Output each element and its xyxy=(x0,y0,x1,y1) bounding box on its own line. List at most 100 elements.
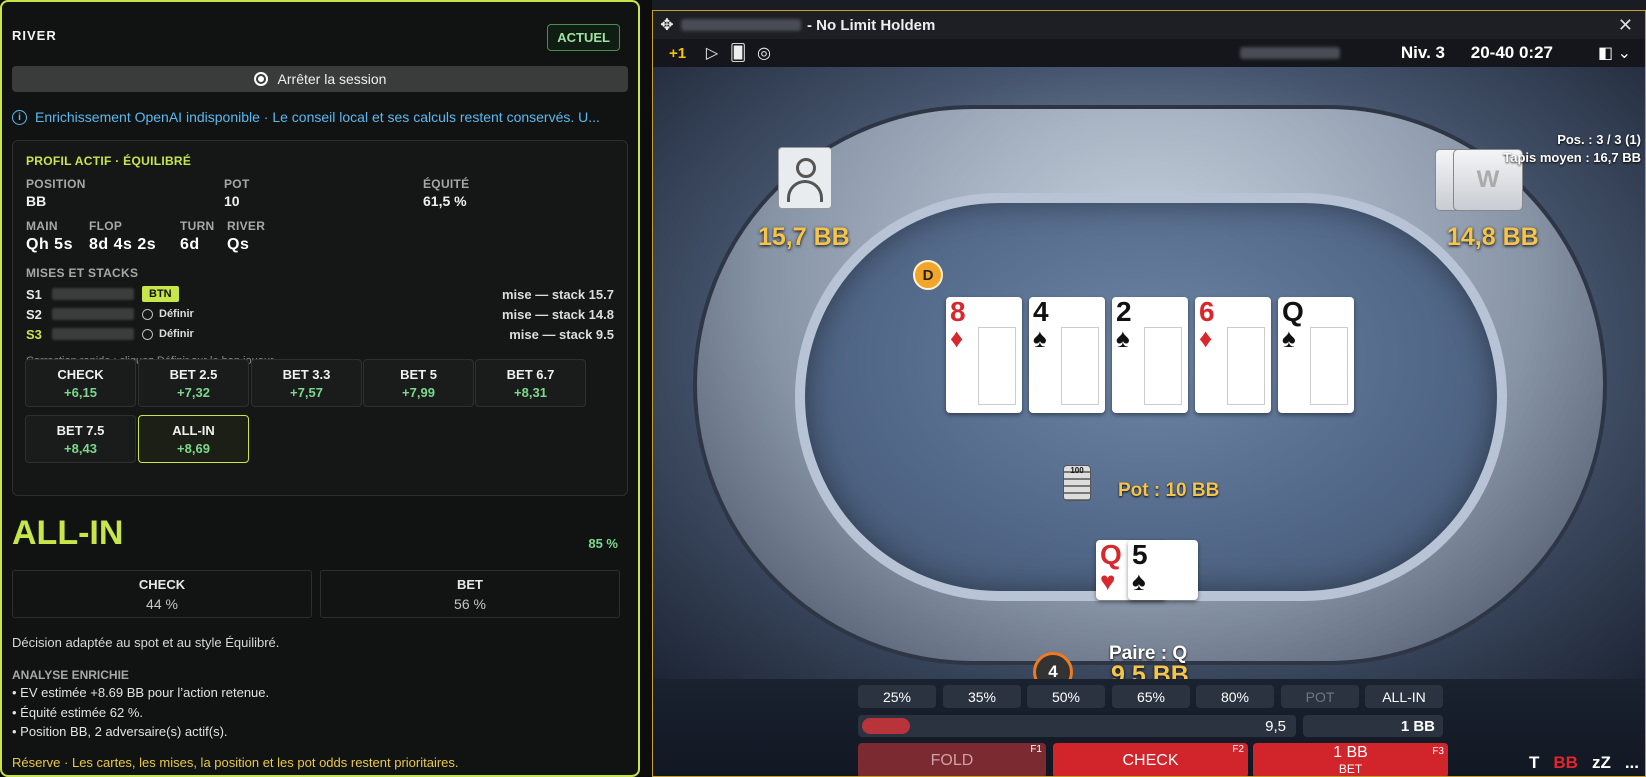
coach-panel: RIVER ACTUEL Arrêter la session i Enrich… xyxy=(0,0,640,777)
action-bet-6-7[interactable]: BET 6.7 +8,31 xyxy=(475,359,586,407)
action-ev: +8,43 xyxy=(64,440,97,456)
record-icon xyxy=(253,72,268,86)
action-name: BET 3.3 xyxy=(282,366,331,382)
seat-info: mise — stack 9.5 xyxy=(509,326,614,342)
card-suit: ♠ xyxy=(1033,323,1047,353)
playing-card: 4 ♠ xyxy=(1029,297,1105,413)
action-name: BET 2.5 xyxy=(169,366,218,382)
check-label: CHECK xyxy=(1122,751,1179,769)
street-label: RIVER xyxy=(12,28,57,43)
river-label: RIVER xyxy=(227,219,266,233)
seat-id: S2 xyxy=(26,306,42,322)
seat-info: mise — stack 15.7 xyxy=(501,286,614,302)
reserve-note: Réserve · Les cartes, les mises, la posi… xyxy=(12,755,459,770)
palette-icon[interactable]: ◎ xyxy=(751,43,777,63)
action-check[interactable]: CHECK +6,15 xyxy=(25,359,136,407)
card-face xyxy=(1310,327,1348,405)
decision-text: Décision adaptée au spot et au style Équ… xyxy=(12,635,280,650)
bet-button[interactable]: 1 BB BET F3 xyxy=(1253,743,1448,776)
preset-all-in[interactable]: ALL-IN xyxy=(1365,685,1443,708)
preset-65[interactable]: 65% xyxy=(1112,685,1190,708)
analysis-item: • EV estimée +8.69 BB pour l’action rete… xyxy=(12,685,270,700)
slider-handle[interactable] xyxy=(862,718,910,734)
table-toolbar: +1 ▷ 🂠 ◎ Niv. 3 20-40 0:27 ◧ ⌄ xyxy=(653,39,1645,67)
action-controls: 25% 35% 50% 65% 80% POT ALL-IN 9,5 1 BB … xyxy=(653,679,1645,776)
action-name: BET 6.7 xyxy=(506,366,555,382)
check-hotkey: F2 xyxy=(1232,744,1244,755)
slider-value: 9,5 xyxy=(1265,718,1286,735)
decision-title: ALL-IN xyxy=(12,514,124,552)
cards-icon[interactable]: 🂠 xyxy=(725,43,751,63)
action-ev: +7,99 xyxy=(402,384,435,400)
preset-25[interactable]: 25% xyxy=(858,685,936,708)
notes-icon[interactable]: T xyxy=(1529,753,1539,773)
bet-amount-input[interactable]: 1 BB xyxy=(1303,715,1443,737)
position-text: Pos. : 3 / 3 (1) xyxy=(1557,132,1641,147)
bb-display-toggle[interactable]: BB xyxy=(1553,753,1578,773)
opponent-right-stack: 14,8 BB xyxy=(1447,223,1539,251)
os-top-strip xyxy=(652,0,1646,10)
layout-icon[interactable]: ◧ ⌄ xyxy=(1598,43,1631,63)
fold-button[interactable]: FOLD F1 xyxy=(858,743,1046,776)
turn-value: 6d xyxy=(180,236,200,253)
move-icon[interactable]: ✥ xyxy=(653,15,681,35)
bet-slider[interactable]: 9,5 xyxy=(858,715,1296,737)
blurred-name xyxy=(52,328,134,340)
pot-value: 10 xyxy=(224,193,240,209)
openai-notice: i Enrichissement OpenAI indisponible · L… xyxy=(12,107,628,127)
preset-35[interactable]: 35% xyxy=(943,685,1021,708)
opponent-left-stack: 15,7 BB xyxy=(758,223,850,251)
equity-label: ÉQUITÉ xyxy=(423,177,470,191)
analysis-item: • Position BB, 2 adversaire(s) actif(s). xyxy=(12,724,228,739)
profile-box: PROFIL ACTIF · ÉQUILIBRÉ POSITION BB POT… xyxy=(12,140,628,496)
window-titlebar[interactable]: ✥ - No Limit Holdem ✕ xyxy=(653,11,1645,39)
plus-one-button[interactable]: +1 xyxy=(669,45,699,62)
card-suit: ♥ xyxy=(1100,566,1116,596)
sit-out-icon[interactable]: zZ xyxy=(1592,753,1611,773)
dealer-button: D xyxy=(913,260,943,290)
opponent-avatar-left[interactable] xyxy=(778,147,832,209)
position-value: BB xyxy=(26,193,47,209)
action-name: BET 7.5 xyxy=(56,422,105,438)
main-value: Qh 5s xyxy=(26,236,73,253)
playing-card: 8 ♦ xyxy=(946,297,1022,413)
action-bet-3-3[interactable]: BET 3.3 +7,57 xyxy=(251,359,362,407)
card-suit: ♦ xyxy=(950,323,964,353)
close-icon[interactable]: ✕ xyxy=(1618,15,1633,36)
check-button[interactable]: CHECK F2 xyxy=(1053,743,1248,776)
bet-amount-label: 1 BB xyxy=(1333,743,1368,761)
playing-card: 5 ♠ xyxy=(1128,540,1198,600)
split-name: CHECK xyxy=(138,576,186,592)
split-bet: BET 56 % xyxy=(320,570,620,618)
action-bet-2-5[interactable]: BET 2.5 +7,32 xyxy=(138,359,249,407)
split-pct: 44 % xyxy=(146,595,178,612)
stop-session-button[interactable]: Arrêter la session xyxy=(12,66,628,92)
poker-table-window: ✥ - No Limit Holdem ✕ +1 ▷ 🂠 ◎ Niv. 3 20… xyxy=(652,10,1646,777)
info-icon: i xyxy=(12,109,27,125)
card-suit: ♠ xyxy=(1282,323,1296,353)
current-badge[interactable]: ACTUEL xyxy=(547,24,620,51)
card-face xyxy=(1061,327,1099,405)
seat-row: S2 Définir mise — stack 14.8 xyxy=(26,305,614,323)
action-all-in[interactable]: ALL-IN +8,69 xyxy=(138,415,249,463)
playing-card: Q ♠ xyxy=(1278,297,1354,413)
preset-50[interactable]: 50% xyxy=(1027,685,1105,708)
card-face xyxy=(1144,327,1182,405)
average-stack: Tapis moyen : 16,7 BB xyxy=(1503,150,1641,165)
pot-label: POT xyxy=(224,177,250,191)
seat-row: S1 BTN mise — stack 15.7 xyxy=(26,285,614,303)
play-icon[interactable]: ▷ xyxy=(699,43,725,63)
action-bet-7-5[interactable]: BET 7.5 +8,43 xyxy=(25,415,136,463)
preset-80[interactable]: 80% xyxy=(1196,685,1274,708)
more-icon[interactable]: ... xyxy=(1625,753,1639,773)
action-bet-5[interactable]: BET 5 +7,99 xyxy=(363,359,474,407)
position-label: POSITION xyxy=(26,177,86,191)
split-pct: 56 % xyxy=(454,595,486,612)
blurred-name xyxy=(52,308,134,320)
fold-label: FOLD xyxy=(930,751,974,769)
table-scene: 15,7 BB W W 14,8 BB Pos. : 3 / 3 (1) Tap… xyxy=(653,67,1645,692)
seat-id: S1 xyxy=(26,286,42,302)
preset-pot[interactable]: POT xyxy=(1281,685,1359,708)
define-seat-button[interactable]: Définir xyxy=(142,308,194,320)
define-seat-button[interactable]: Définir xyxy=(142,328,194,340)
